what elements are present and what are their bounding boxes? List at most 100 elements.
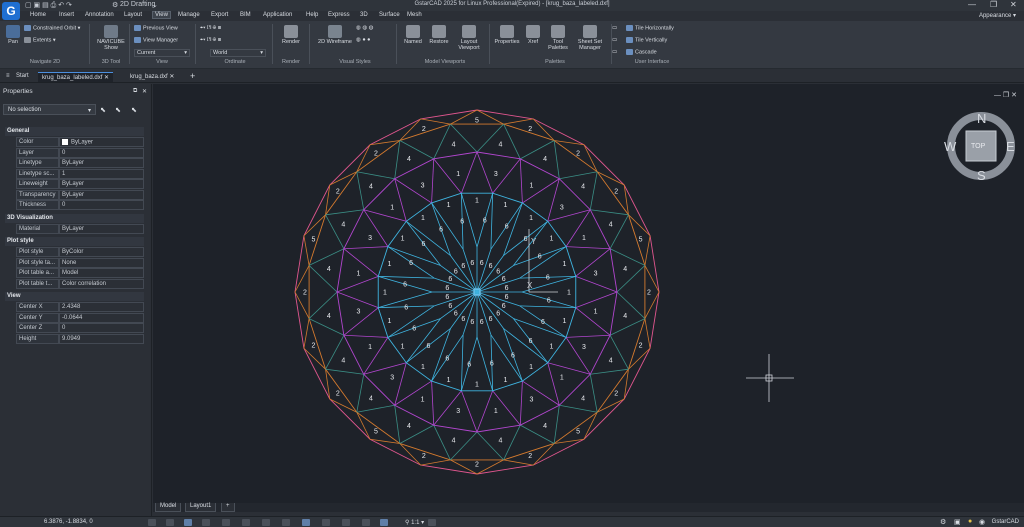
property-value[interactable]: 0 [59,147,144,158]
section-general[interactable]: General [5,127,144,136]
status-toggle-button[interactable] [428,519,436,526]
layout-viewport-button[interactable]: Layout Viewport [455,25,483,51]
render-button[interactable]: Render [279,25,303,45]
menu-bim[interactable]: BIM [238,12,253,18]
menu-application[interactable]: Application [261,12,294,18]
visual-style-icons-2[interactable]: ◍ ● ● [356,37,371,43]
menu-view[interactable]: View [152,11,171,19]
tab-krug-baza-labeled[interactable]: krug_baza_labeled.dxf ✕ [38,72,114,82]
properties-button[interactable]: Properties [493,25,521,45]
close-icon[interactable]: ✕ [1010,0,1017,9]
view-select[interactable]: Current ▾ [134,49,190,57]
status-toggle-button[interactable] [302,519,310,526]
section-view[interactable]: View [5,292,144,301]
menu-insert[interactable]: Insert [57,12,76,18]
panel-pin-icon[interactable]: ⧉ [133,88,137,95]
ordinate-icons-2[interactable]: ⌖▾ ◳ ⊕ ⊞ [200,37,221,44]
extents-button[interactable]: Extents ▾ [24,37,56,43]
previous-view-button[interactable]: Previous View [134,25,178,31]
status-toggle-button[interactable] [166,519,174,526]
navicube-show-button[interactable]: NAVICUBE Show [94,25,128,51]
status-toggle-button[interactable] [148,519,156,526]
minimize-icon[interactable]: — [968,0,976,9]
toggle-pickadd-icon[interactable]: ⬉ [100,106,106,114]
selection-select[interactable]: No selection ▾ [3,104,96,115]
status-toggle-button[interactable] [342,519,350,526]
property-value[interactable]: ByLayer [59,223,144,234]
restore-icon[interactable]: ❐ [990,0,997,9]
2d-wireframe-button[interactable]: 2D Wireframe [316,25,354,45]
switch-window-icon[interactable]: ▭ [612,25,617,31]
section-plot-style[interactable]: Plot style [5,237,144,246]
status-toggle-button[interactable] [322,519,330,526]
restore-button[interactable]: Restore [427,25,451,45]
property-value[interactable]: ByLayer [59,158,144,168]
visual-style-icons[interactable]: ◍ ◍ ◍ [356,25,373,31]
xref-button[interactable]: Xref [523,25,543,45]
status-toggle-button[interactable] [202,519,210,526]
status-toggle-button[interactable] [184,519,192,526]
property-row[interactable]: Height 9.0949 [16,333,144,344]
status-toggle-button[interactable] [282,519,290,526]
menu-mesh[interactable]: Mesh [405,12,424,18]
property-row[interactable]: Linetype sc... 1 [16,168,144,179]
menu-export[interactable]: Export [209,12,230,18]
menu-help[interactable]: Help [304,12,320,18]
property-row[interactable]: Layer 0 [16,147,144,158]
property-row[interactable]: Plot style ByColor [16,247,144,257]
property-value[interactable]: 9.0949 [59,333,144,344]
status-toggle-button[interactable] [262,519,270,526]
menu-express[interactable]: Express [326,12,352,18]
drawing-canvas[interactable]: 6613456611426613426611426613456611426613… [153,84,1024,504]
property-value[interactable]: Model [59,268,144,278]
property-value[interactable]: ByLayer [59,189,144,200]
property-row[interactable]: Plot table a... Model [16,268,144,278]
property-value[interactable]: ByLayer [59,137,144,147]
sheet-set-manager-button[interactable]: Sheet Set Manager [574,25,606,51]
property-value[interactable]: ByColor [59,247,144,257]
menu-manage[interactable]: Manage [176,12,202,18]
property-value[interactable]: -0.0644 [59,312,144,323]
filetab-icon[interactable]: ▭ [612,37,617,43]
layout-tab-layout1[interactable]: Layout1 [185,503,217,512]
panel-close-icon[interactable]: ✕ [142,88,147,95]
status-toggle-button[interactable] [222,519,230,526]
screen-icon[interactable]: ▣ [954,518,961,526]
cascade-button[interactable]: Cascade [626,49,657,55]
layout-tab-add[interactable]: + [221,503,235,512]
tool-palettes-button[interactable]: Tool Palettes [547,25,569,51]
property-value[interactable]: 1 [59,168,144,179]
property-row[interactable]: Plot table t... Color correlation [16,278,144,289]
ordinate-icons[interactable]: ⌖▾ ◳ ⊕ ⊞ [200,25,221,32]
menu-annotation[interactable]: Annotation [83,12,116,18]
section-3d-visualization[interactable]: 3D Visualization [5,213,144,223]
tab-krug-baza[interactable]: krug_baza.dxf ✕ [126,72,178,82]
property-row[interactable]: Thickness 0 [16,200,144,210]
status-toggle-button[interactable] [242,519,250,526]
tile-horizontally-button[interactable]: Tile Horizontally [626,25,674,31]
menu-3d[interactable]: 3D [358,12,370,18]
property-row[interactable]: Center Y -0.0644 [16,312,144,323]
view-manager-button[interactable]: View Manager [134,37,178,43]
user-icon[interactable]: ◉ [979,518,985,526]
property-row[interactable]: Lineweight ByLayer [16,179,144,189]
property-value[interactable]: 0 [59,200,144,210]
status-toggle-button[interactable] [362,519,370,526]
property-row[interactable]: Transparency ByLayer [16,189,144,200]
menu-surface[interactable]: Surface [377,12,402,18]
layout-tab-icon[interactable]: ▭ [612,49,617,55]
ordinate-select[interactable]: World ▾ [210,49,266,57]
property-value[interactable]: 0 [59,323,144,333]
settings-gear-icon[interactable]: ⚙ [940,518,946,526]
menu-home[interactable]: Home [28,12,48,18]
property-row[interactable]: Linetype ByLayer [16,158,144,168]
property-row[interactable]: Color ByLayer [16,137,144,147]
named-button[interactable]: Named [401,25,425,45]
property-row[interactable]: Center Z0 [16,323,144,333]
property-row[interactable]: Material ByLayer [16,223,144,234]
appearance-menu[interactable]: Appearance ▾ [979,12,1016,19]
property-value[interactable]: 2.4348 [59,302,144,312]
status-toggle-button[interactable] [380,519,388,526]
property-value[interactable]: None [59,257,144,268]
navicube[interactable]: N S E W TOP [944,111,1016,183]
